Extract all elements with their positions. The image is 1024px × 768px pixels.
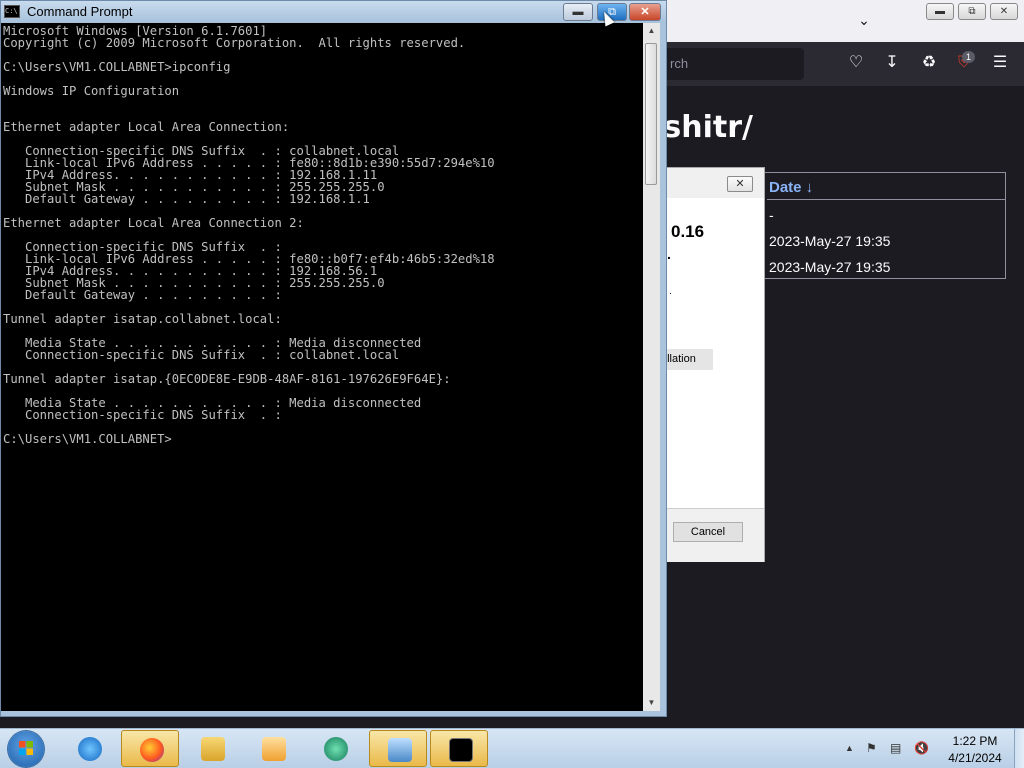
command-prompt-window: C:\ Command Prompt ▬ ⧉ ✕ Microsoft Windo… — [0, 0, 667, 717]
windows-logo-icon — [19, 741, 33, 755]
window-title: Command Prompt — [27, 4, 133, 19]
minimize-icon: ▬ — [572, 6, 584, 18]
taskbar-firefox[interactable] — [121, 730, 179, 767]
installer-text-fragment: . — [669, 286, 672, 297]
taskbar-media-player[interactable] — [244, 730, 302, 767]
downloads-icon[interactable]: ↧ — [881, 52, 903, 74]
url-bar-placeholder: rch — [670, 56, 689, 71]
clock-time[interactable]: 1:22 PM — [945, 734, 1005, 748]
network-icon[interactable]: ▤ — [890, 741, 901, 755]
close-icon: ✕ — [999, 6, 1009, 17]
close-icon: ✕ — [735, 178, 745, 190]
installer-text-fragment: . — [667, 246, 671, 262]
firefox-minimize-button[interactable]: ▬ — [926, 3, 954, 20]
console-output[interactable]: Microsoft Windows [Version 6.1.7601] Cop… — [1, 23, 643, 711]
table-cell-date: 2023-May-27 19:35 — [769, 233, 891, 249]
media-player-icon — [262, 737, 286, 761]
list-all-tabs-chevron-icon[interactable]: ⌄ — [856, 12, 872, 28]
firefox-close-button[interactable]: ✕ — [990, 3, 1018, 20]
close-icon: ✕ — [640, 6, 650, 18]
pocket-icon[interactable]: ♡ — [845, 52, 867, 74]
installer-option-button[interactable]: allation — [661, 349, 713, 370]
restore-icon: ⧉ — [968, 6, 976, 17]
show-hidden-icons-arrow-icon[interactable]: ▲ — [845, 743, 854, 753]
ublock-badge-count: 1 — [962, 51, 976, 63]
clock-date[interactable]: 4/21/2024 — [945, 751, 1005, 765]
installer-close-button[interactable]: ✕ — [727, 176, 753, 192]
scroll-down-arrow-icon[interactable]: ▼ — [643, 695, 660, 711]
taskbar-command-prompt[interactable] — [430, 730, 488, 767]
firefox-icon — [140, 738, 164, 762]
command-prompt-app-icon[interactable]: C:\ — [4, 5, 20, 18]
table-header-divider — [767, 199, 1005, 200]
installer-package-icon — [388, 738, 412, 762]
start-button[interactable] — [8, 731, 44, 767]
extensions-icon[interactable]: ♻ — [918, 52, 940, 74]
app-icon — [324, 737, 348, 761]
command-prompt-icon — [449, 738, 473, 762]
table-cell-date: 2023-May-27 19:35 — [769, 259, 891, 275]
folder-icon — [201, 737, 225, 761]
scroll-up-arrow-icon[interactable]: ▲ — [643, 23, 660, 39]
menu-hamburger-icon[interactable]: ☰ — [989, 52, 1011, 74]
cancel-button[interactable]: Cancel — [673, 522, 743, 542]
cmd-titlebar[interactable]: C:\ Command Prompt ▬ ⧉ ✕ — [1, 1, 666, 23]
date-column-header[interactable]: Date ↓ — [769, 179, 813, 196]
taskbar-file-explorer[interactable] — [183, 730, 241, 767]
table-cell-date: - — [769, 207, 774, 223]
vertical-scrollbar[interactable]: ▲ ▼ — [643, 23, 660, 711]
scrollbar-thumb[interactable] — [645, 43, 657, 185]
taskbar-installer[interactable] — [369, 730, 427, 767]
volume-muted-icon[interactable]: 🔇 — [914, 741, 929, 755]
minimize-button[interactable]: ▬ — [563, 3, 593, 21]
show-desktop-button[interactable] — [1014, 729, 1024, 768]
file-listing-table: Date ↓ - 2023-May-27 19:35 2023-May-27 1… — [762, 172, 1006, 279]
minimize-icon: ▬ — [935, 6, 945, 17]
taskbar: ▲ ⚑ ▤ 🔇 1:22 PM 4/21/2024 — [0, 728, 1024, 768]
action-center-flag-icon[interactable]: ⚑ — [866, 741, 877, 755]
taskbar-app[interactable] — [306, 730, 364, 767]
internet-explorer-icon — [78, 737, 102, 761]
taskbar-internet-explorer[interactable] — [60, 730, 118, 767]
close-button[interactable]: ✕ — [629, 3, 661, 21]
console-text: Microsoft Windows [Version 6.1.7601] Cop… — [3, 24, 495, 446]
firefox-restore-button[interactable]: ⧉ — [958, 3, 986, 20]
